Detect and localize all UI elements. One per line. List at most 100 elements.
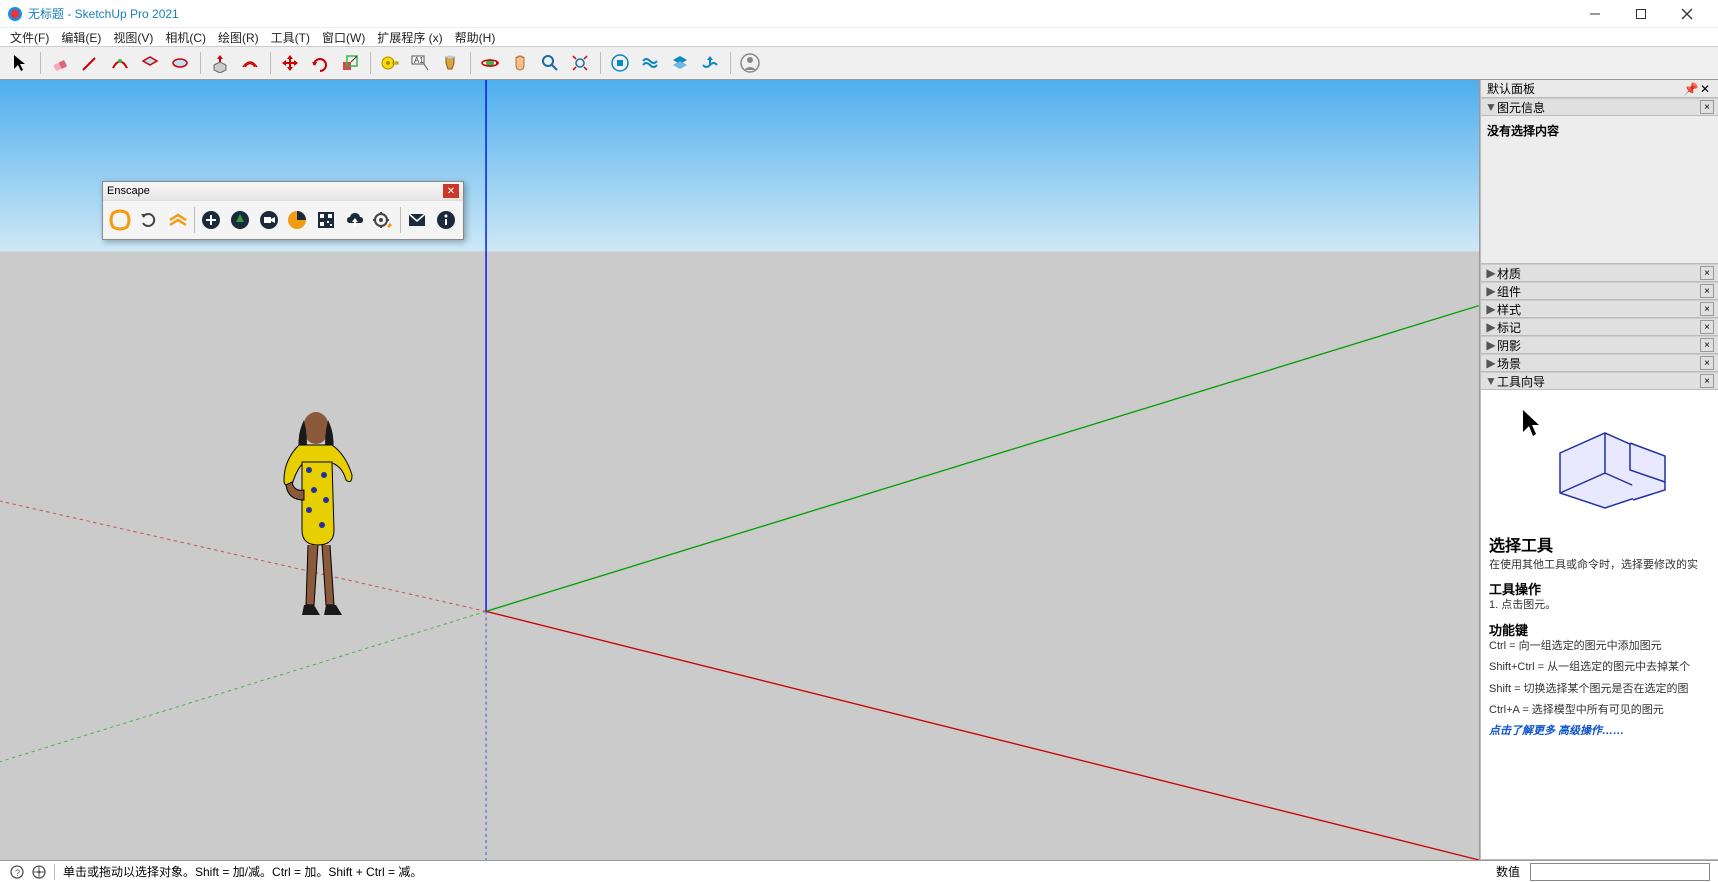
panel-close-icon[interactable]: × <box>1700 302 1714 316</box>
enscape-toolbar-window[interactable]: Enscape ✕ <box>102 181 464 240</box>
menu-help[interactable]: 帮助(H) <box>449 28 502 47</box>
enscape-create-icon[interactable] <box>198 205 225 235</box>
user-tool[interactable] <box>736 49 764 77</box>
panel-entity-info-header[interactable]: ▼ 图元信息 × <box>1481 98 1718 116</box>
rectangle-tool[interactable] <box>136 49 164 77</box>
enscape-start-icon[interactable] <box>107 205 134 235</box>
panel-shadows-header[interactable]: ▶ 阴影 × <box>1481 336 1718 354</box>
pan-tool[interactable] <box>506 49 534 77</box>
warehouse-tool[interactable] <box>606 49 634 77</box>
svg-text:?: ? <box>15 868 20 878</box>
menu-edit[interactable]: 编辑(E) <box>55 28 107 47</box>
panel-tags-header[interactable]: ▶ 标记 × <box>1481 318 1718 336</box>
panel-label: 材质 <box>1497 265 1700 282</box>
send-tool[interactable] <box>696 49 724 77</box>
tape-tool[interactable] <box>376 49 404 77</box>
offset-tool[interactable] <box>236 49 264 77</box>
enscape-asset-icon[interactable] <box>227 205 254 235</box>
line-tool[interactable] <box>76 49 104 77</box>
zoom-extents-tool[interactable] <box>566 49 594 77</box>
window-title: 无标题 - SketchUp Pro 2021 <box>28 5 1572 22</box>
expand-arrow-icon: ▶ <box>1485 302 1497 316</box>
enscape-close-button[interactable]: ✕ <box>443 184 459 198</box>
tray-title-text: 默认面板 <box>1487 80 1684 97</box>
text-tool[interactable]: A1 <box>406 49 434 77</box>
expand-arrow-icon: ▶ <box>1485 320 1497 334</box>
panel-close-icon[interactable]: × <box>1700 284 1714 298</box>
enscape-titlebar[interactable]: Enscape ✕ <box>103 182 463 200</box>
panel-materials-header[interactable]: ▶ 材质 × <box>1481 264 1718 282</box>
pushpull-tool[interactable] <box>206 49 234 77</box>
menu-camera[interactable]: 相机(C) <box>159 28 212 47</box>
panel-scenes-header[interactable]: ▶ 场景 × <box>1481 354 1718 372</box>
instructor-op-step: 1. 点击图元。 <box>1489 598 1710 613</box>
enscape-settings-icon[interactable] <box>370 205 397 235</box>
panel-instructor-header[interactable]: ▼ 工具向导 × <box>1481 372 1718 390</box>
enscape-upload-icon[interactable] <box>341 205 368 235</box>
help-icon[interactable]: ? <box>8 863 26 881</box>
panel-close-icon[interactable]: × <box>1700 266 1714 280</box>
instructor-more-link[interactable]: 点击了解更多 高级操作…… <box>1489 724 1710 739</box>
rotate-tool[interactable] <box>306 49 334 77</box>
arc-tool[interactable] <box>106 49 134 77</box>
panel-label: 组件 <box>1497 283 1700 300</box>
expand-arrow-icon: ▶ <box>1485 338 1497 352</box>
instructor-fn-line: Ctrl+A = 选择模型中所有可见的图元 <box>1489 703 1710 718</box>
instructor-fn-line: Shift+Ctrl = 从一组选定的图元中去掉某个 <box>1489 660 1710 675</box>
panel-components-header[interactable]: ▶ 组件 × <box>1481 282 1718 300</box>
close-button[interactable] <box>1664 0 1710 28</box>
orbit-tool[interactable] <box>476 49 504 77</box>
panel-label: 样式 <box>1497 301 1700 318</box>
panel-label: 阴影 <box>1497 337 1700 354</box>
zoom-tool[interactable] <box>536 49 564 77</box>
main-toolbar: A1 <box>0 46 1718 80</box>
circle-tool[interactable] <box>166 49 194 77</box>
expand-arrow-icon: ▶ <box>1485 356 1497 370</box>
instructor-body: 选择工具 在使用其他工具或命令时，选择要修改的实 工具操作 1. 点击图元。 功… <box>1481 390 1718 860</box>
enscape-video-icon[interactable] <box>255 205 282 235</box>
menu-tools[interactable]: 工具(T) <box>265 28 316 47</box>
instructor-op-title: 工具操作 <box>1489 579 1710 598</box>
eraser-tool[interactable] <box>46 49 74 77</box>
select-tool[interactable] <box>6 49 34 77</box>
toolbar-separator <box>36 49 44 77</box>
expand-arrow-icon: ▶ <box>1485 284 1497 298</box>
vcb-input[interactable] <box>1530 863 1710 881</box>
panel-close-icon[interactable]: × <box>1700 338 1714 352</box>
maximize-button[interactable] <box>1618 0 1664 28</box>
toolbar-separator <box>366 49 374 77</box>
geo-icon[interactable] <box>30 863 48 881</box>
enscape-sync-icon[interactable] <box>136 205 163 235</box>
menu-file[interactable]: 文件(F) <box>4 28 55 47</box>
minimize-button[interactable] <box>1572 0 1618 28</box>
panel-close-icon[interactable]: × <box>1700 374 1714 388</box>
panel-label: 工具向导 <box>1497 373 1700 390</box>
scale-tool[interactable] <box>336 49 364 77</box>
layers-tool[interactable] <box>666 49 694 77</box>
instructor-diagram <box>1489 408 1710 518</box>
enscape-material-icon[interactable] <box>284 205 311 235</box>
entity-info-message: 没有选择内容 <box>1487 122 1712 139</box>
tray-pin-icon[interactable]: 📌 <box>1684 82 1698 96</box>
panel-styles-header[interactable]: ▶ 样式 × <box>1481 300 1718 318</box>
tray-close-icon[interactable]: ✕ <box>1698 82 1712 96</box>
panel-label: 场景 <box>1497 355 1700 372</box>
enscape-about-icon[interactable] <box>432 205 459 235</box>
enscape-qr-icon[interactable] <box>313 205 340 235</box>
menu-window[interactable]: 窗口(W) <box>316 28 371 47</box>
menu-draw[interactable]: 绘图(R) <box>212 28 265 47</box>
enscape-feedback-icon[interactable] <box>404 205 431 235</box>
enscape-title-text: Enscape <box>107 185 443 197</box>
enscape-views-icon[interactable] <box>164 205 191 235</box>
move-tool[interactable] <box>276 49 304 77</box>
enscape-toolbar-body <box>103 200 463 239</box>
paint-tool[interactable] <box>436 49 464 77</box>
tray-titlebar[interactable]: 默认面板 📌 ✕ <box>1481 80 1718 98</box>
panel-close-icon[interactable]: × <box>1700 100 1714 114</box>
viewport[interactable]: Enscape ✕ <box>0 80 1480 860</box>
panel-close-icon[interactable]: × <box>1700 356 1714 370</box>
panel-close-icon[interactable]: × <box>1700 320 1714 334</box>
menu-extensions[interactable]: 扩展程序 (x) <box>371 28 448 47</box>
ext-warehouse-tool[interactable] <box>636 49 664 77</box>
menu-view[interactable]: 视图(V) <box>107 28 159 47</box>
